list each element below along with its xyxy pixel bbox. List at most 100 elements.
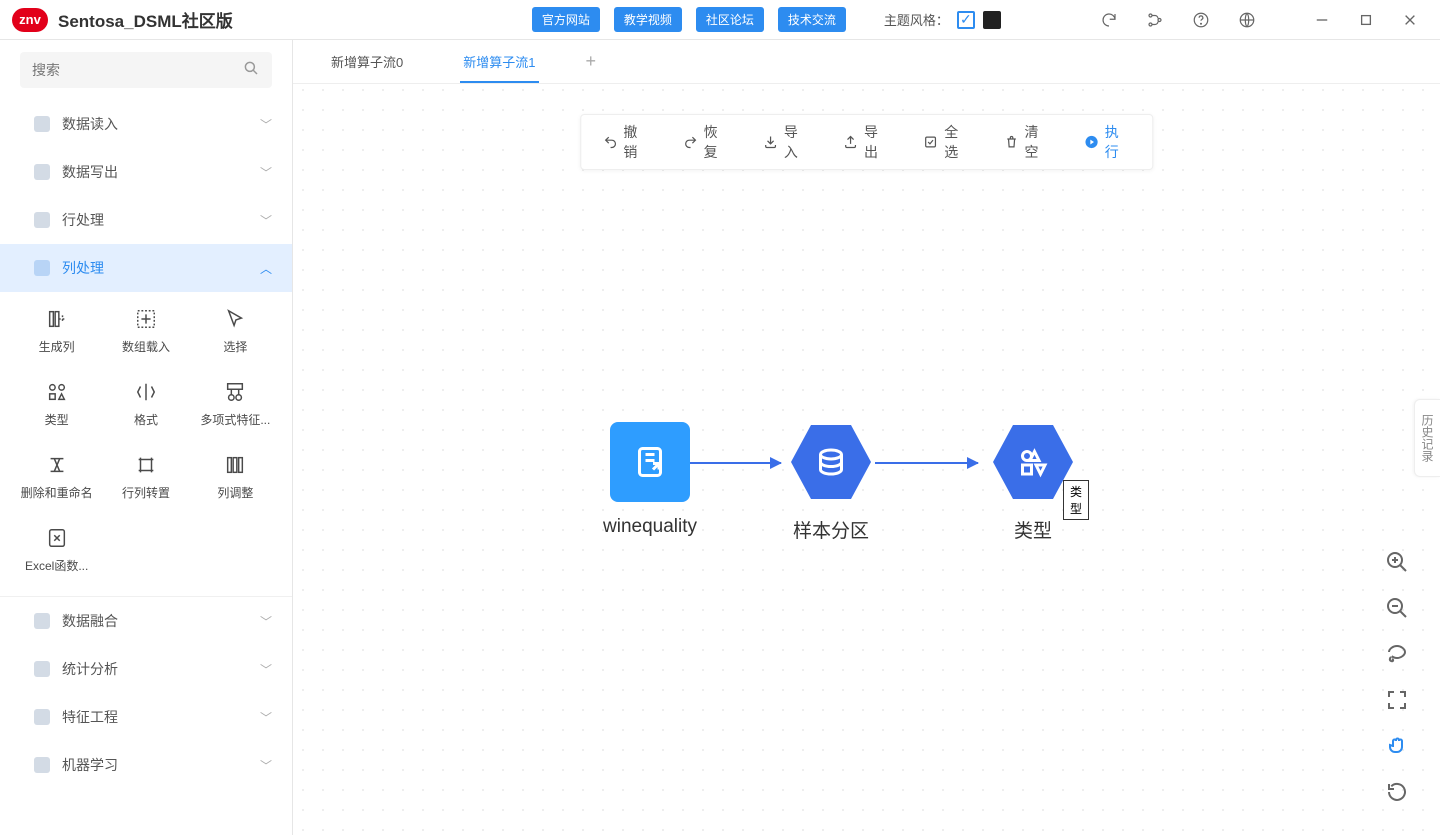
transpose-icon <box>135 454 157 476</box>
tool-delete-rename[interactable]: 删除和重命名 <box>12 450 101 505</box>
chevron-down-icon: ﹀ <box>260 613 272 630</box>
chevron-up-icon: ﹀ <box>260 260 272 277</box>
chevron-down-icon: ﹀ <box>260 661 272 678</box>
select-all-button[interactable]: 全选 <box>924 122 970 162</box>
tool-select[interactable]: 选择 <box>191 304 280 359</box>
run-button[interactable]: 执行 <box>1084 122 1130 162</box>
clear-button[interactable]: 清空 <box>1004 122 1050 162</box>
nav-ml[interactable]: 机器学习﹀ <box>0 741 292 789</box>
app-title: Sentosa_DSML社区版 <box>58 7 233 32</box>
chevron-down-icon: ﹀ <box>260 164 272 181</box>
export-button[interactable]: 导出 <box>843 122 889 162</box>
tool-col-adjust[interactable]: 列调整 <box>191 450 280 505</box>
canvas[interactable]: 新增算子流0 新增算子流1 + 撤销 恢复 导入 导出 全选 清空 执行 win… <box>293 40 1440 835</box>
folder-icon <box>34 212 50 228</box>
window-maximize-icon[interactable] <box>1358 12 1374 28</box>
import-button[interactable]: 导入 <box>763 122 809 162</box>
zoom-in-icon[interactable] <box>1384 549 1410 575</box>
tool-generate-col[interactable]: 生成列 <box>12 304 101 359</box>
window-close-icon[interactable] <box>1402 12 1418 28</box>
excel-icon <box>46 527 68 549</box>
poly-icon <box>224 381 246 403</box>
tool-excel-func[interactable]: Excel函数... <box>12 523 101 578</box>
folder-icon <box>34 709 50 725</box>
node-tooltip: 类型 <box>1063 480 1089 520</box>
folder-icon <box>34 661 50 677</box>
tool-format[interactable]: 格式 <box>101 377 190 432</box>
link-community-forum[interactable]: 社区论坛 <box>696 7 764 32</box>
chevron-down-icon: ﹀ <box>260 212 272 229</box>
select-icon <box>224 308 246 330</box>
col-adjust-icon <box>224 454 246 476</box>
fit-screen-icon[interactable] <box>1384 687 1410 713</box>
branch-icon[interactable] <box>1146 11 1164 29</box>
window-controls <box>1314 12 1418 28</box>
tool-array-load[interactable]: 数组载入 <box>101 304 190 359</box>
link-official-site[interactable]: 官方网站 <box>532 7 600 32</box>
rename-icon <box>46 454 68 476</box>
theme-switch: 主题风格： ✓ <box>884 10 1001 29</box>
theme-dark-swatch[interactable] <box>983 11 1001 29</box>
chevron-down-icon: ﹀ <box>260 116 272 133</box>
node-label: 样本分区 <box>793 516 869 543</box>
array-load-icon <box>135 308 157 330</box>
format-icon <box>135 381 157 403</box>
search-input[interactable] <box>32 62 242 78</box>
globe-icon[interactable] <box>1238 11 1256 29</box>
nav-row-ops[interactable]: 行处理﹀ <box>0 196 292 244</box>
folder-icon <box>34 757 50 773</box>
nav-stats[interactable]: 统计分析﹀ <box>0 645 292 693</box>
app-logo: znv <box>12 8 48 32</box>
search-box[interactable] <box>20 52 272 88</box>
tabs-row: 新增算子流0 新增算子流1 + <box>293 40 1440 84</box>
history-side-tab[interactable]: 历史记录 <box>1414 399 1440 477</box>
tool-type[interactable]: 类型 <box>12 377 101 432</box>
node-label: 类型 <box>1014 516 1052 543</box>
sidebar: 数据读入﹀ 数据写出﹀ 行处理﹀ 列处理﹀ 生成列 数组载入 选择 类型 格式 … <box>0 40 293 835</box>
node-sample-partition[interactable]: 样本分区 <box>791 422 871 543</box>
edge-1-2[interactable] <box>684 462 781 464</box>
tab-flow-1[interactable]: 新增算子流1 <box>433 39 565 83</box>
zoom-out-icon[interactable] <box>1384 595 1410 621</box>
folder-icon <box>34 164 50 180</box>
undo-button[interactable]: 撤销 <box>603 122 649 162</box>
tab-flow-0[interactable]: 新增算子流0 <box>301 39 433 83</box>
folder-icon <box>34 260 50 276</box>
theme-label: 主题风格： <box>884 10 949 29</box>
folder-icon <box>34 613 50 629</box>
link-tutorial-video[interactable]: 教学视频 <box>614 7 682 32</box>
canvas-action-bar: 撤销 恢复 导入 导出 全选 清空 执行 <box>580 114 1154 170</box>
nav-feature-eng[interactable]: 特征工程﹀ <box>0 693 292 741</box>
nav-data-read[interactable]: 数据读入﹀ <box>0 100 292 148</box>
title-bar: znv Sentosa_DSML社区版 官方网站 教学视频 社区论坛 技术交流 … <box>0 0 1440 40</box>
redo-button[interactable]: 恢复 <box>683 122 729 162</box>
theme-light-checkbox[interactable]: ✓ <box>957 11 975 29</box>
type-icon <box>46 381 68 403</box>
link-tech-exchange[interactable]: 技术交流 <box>778 7 846 32</box>
col-ops-tools: 生成列 数组载入 选择 类型 格式 多项式特征... 删除和重命名 行列转置 列… <box>0 292 292 597</box>
nav-data-write[interactable]: 数据写出﹀ <box>0 148 292 196</box>
nav-data-fusion[interactable]: 数据融合﹀ <box>0 597 292 645</box>
nav-col-ops[interactable]: 列处理﹀ <box>0 244 292 292</box>
edge-2-3[interactable] <box>875 462 978 464</box>
folder-icon <box>34 116 50 132</box>
tool-poly-features[interactable]: 多项式特征... <box>191 377 280 432</box>
tab-add-button[interactable]: + <box>565 39 616 83</box>
generate-col-icon <box>46 308 68 330</box>
view-tools <box>1384 549 1410 805</box>
window-minimize-icon[interactable] <box>1314 12 1330 28</box>
pan-hand-icon[interactable] <box>1384 733 1410 759</box>
top-toolbar-icons <box>1100 11 1428 29</box>
refresh-icon[interactable] <box>1100 11 1118 29</box>
node-label: winequality <box>603 516 697 538</box>
tool-transpose[interactable]: 行列转置 <box>101 450 190 505</box>
lasso-icon[interactable] <box>1384 641 1410 667</box>
reset-icon[interactable] <box>1384 779 1410 805</box>
nav-list: 数据读入﹀ 数据写出﹀ 行处理﹀ 列处理﹀ 生成列 数组载入 选择 类型 格式 … <box>0 100 292 835</box>
node-type[interactable]: 类型 类型 <box>993 422 1073 543</box>
search-icon <box>242 59 260 82</box>
top-link-group: 官方网站 教学视频 社区论坛 技术交流 主题风格： ✓ <box>332 7 1001 32</box>
help-icon[interactable] <box>1192 11 1210 29</box>
node-winequality[interactable]: winequality <box>603 422 697 538</box>
chevron-down-icon: ﹀ <box>260 709 272 726</box>
